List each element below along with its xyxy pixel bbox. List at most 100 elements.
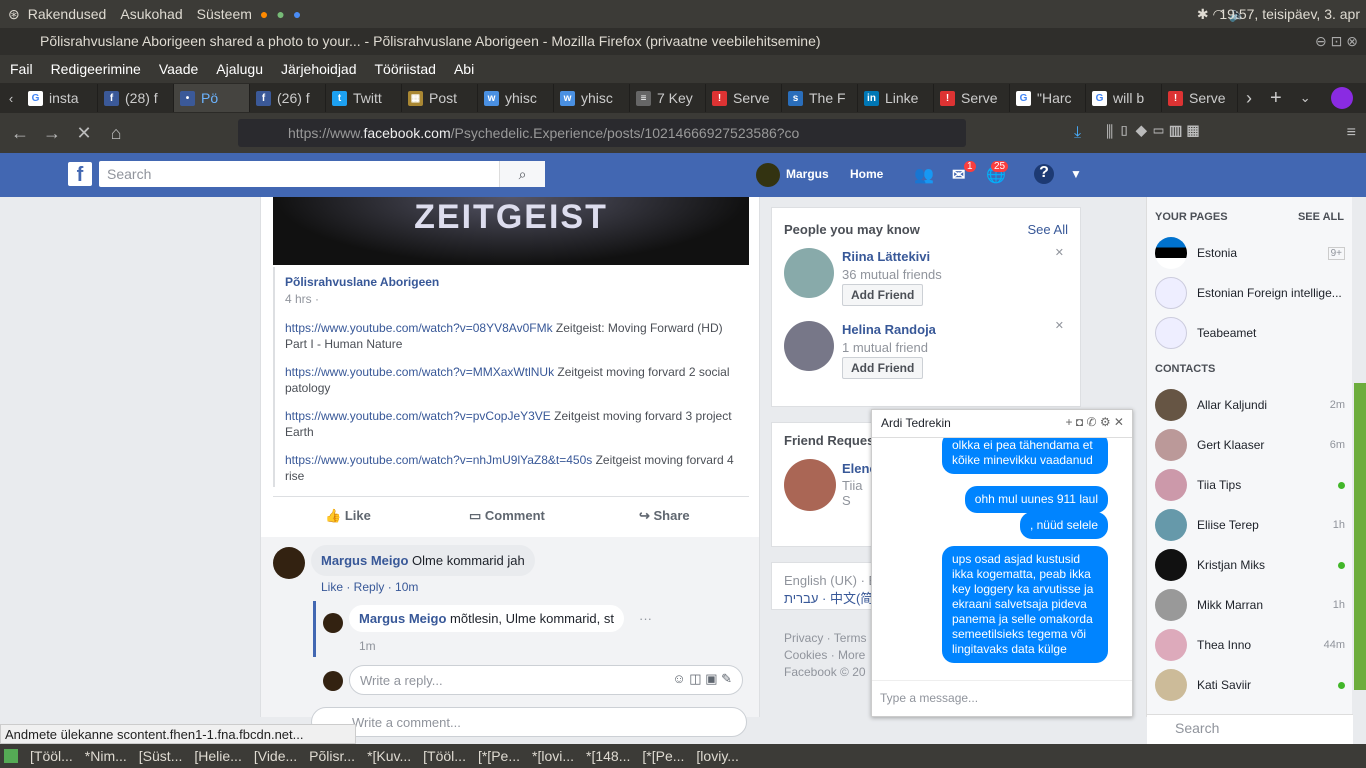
contact-item[interactable]: Thea Inno 44m bbox=[1147, 625, 1353, 665]
more-options-icon[interactable]: ··· bbox=[639, 611, 652, 626]
show-desktop-icon[interactable] bbox=[4, 749, 18, 763]
launcher-icon[interactable]: ● bbox=[276, 6, 284, 22]
menu-edit[interactable]: Redigeerimine bbox=[51, 61, 141, 77]
shared-photo[interactable]: ZEITGEIST bbox=[273, 197, 749, 265]
see-all-pages[interactable]: SEE ALL bbox=[1298, 211, 1344, 223]
tab-0[interactable]: Ginsta bbox=[22, 84, 98, 112]
taskbar-item[interactable]: [*[Pe... bbox=[642, 748, 684, 764]
contact-item[interactable]: Tiia Tips bbox=[1147, 465, 1353, 505]
dismiss-icon[interactable]: ✕ bbox=[1055, 319, 1064, 332]
library-icon[interactable]: ⫼ ▯ ◆ ▭ ▥ ▦ bbox=[1106, 124, 1199, 142]
chrome-launcher-icon[interactable]: ● bbox=[293, 6, 301, 22]
taskbar-item[interactable]: [Süst... bbox=[139, 748, 183, 764]
contact-item[interactable]: Mikk Marran 1h bbox=[1147, 585, 1353, 625]
youtube-link[interactable]: https://www.youtube.com/watch?v=MMXaxWtl… bbox=[285, 365, 554, 379]
taskbar-item[interactable]: *[lovi... bbox=[532, 748, 574, 764]
footer-links[interactable]: Privacy · Terms bbox=[784, 630, 874, 647]
home-icon[interactable]: ⌂ bbox=[100, 123, 132, 144]
tab-15[interactable]: ! Serve bbox=[1162, 84, 1238, 112]
tab-11[interactable]: in Linke bbox=[858, 84, 934, 112]
friends-icon[interactable]: 👥 bbox=[914, 165, 934, 185]
like-button[interactable]: 👍 Like bbox=[325, 508, 371, 524]
help-icon[interactable]: ? bbox=[1034, 164, 1054, 184]
tab-2[interactable]: • Pö bbox=[174, 84, 250, 112]
chat-header[interactable]: Ardi Tedrekin + ◘ ✆ ⚙ ✕ bbox=[872, 410, 1132, 438]
places-menu[interactable]: Asukohad bbox=[120, 6, 182, 22]
contact-item[interactable]: Eliise Terep 1h bbox=[1147, 505, 1353, 545]
avatar[interactable] bbox=[273, 547, 305, 579]
menu-file[interactable]: Fail bbox=[10, 61, 33, 77]
person-name[interactable]: Riina Lättekivi bbox=[842, 249, 930, 264]
comment-actions[interactable]: Like · Reply · 10m bbox=[321, 580, 418, 594]
footer-links-2[interactable]: Cookies · More bbox=[784, 647, 874, 664]
tab-3[interactable]: f (26) f bbox=[250, 84, 326, 112]
reply-input[interactable]: Write a reply... ☺ ◫ ▣ ✎ bbox=[349, 665, 743, 695]
taskbar-item[interactable]: [Tööl... bbox=[423, 748, 466, 764]
download-icon[interactable]: ⤓ bbox=[1074, 124, 1081, 142]
scroll-right-icon[interactable]: › bbox=[1246, 88, 1252, 109]
youtube-link[interactable]: https://www.youtube.com/watch?v=pvCopJeY… bbox=[285, 409, 551, 423]
facebook-logo-icon[interactable]: f bbox=[68, 162, 92, 186]
contact-item[interactable]: Gert Klaaser 6m bbox=[1147, 425, 1353, 465]
home-link[interactable]: Home bbox=[850, 167, 883, 181]
taskbar-item[interactable]: [Vide... bbox=[254, 748, 297, 764]
taskbar-item[interactable]: *[Kuv... bbox=[367, 748, 411, 764]
chat-controls-icon[interactable]: + ◘ ✆ ⚙ ✕ bbox=[1066, 415, 1124, 429]
youtube-link[interactable]: https://www.youtube.com/watch?v=08YV8Av0… bbox=[285, 321, 553, 335]
apps-menu[interactable]: Rakendused bbox=[28, 6, 107, 22]
contact-item[interactable]: Kati Saviir bbox=[1147, 665, 1353, 705]
contact-item[interactable]: Allar Kaljundi 2m bbox=[1147, 385, 1353, 425]
post-time[interactable]: 4 hrs · bbox=[285, 292, 319, 306]
language-links-2[interactable]: עברית · 中文(简 bbox=[784, 588, 872, 607]
new-tab-icon[interactable]: + bbox=[1270, 87, 1282, 110]
ubuntu-logo-icon[interactable]: ⊛ bbox=[8, 6, 20, 23]
language-links[interactable]: English (UK) · E bbox=[784, 573, 872, 588]
back-icon[interactable]: ← bbox=[4, 123, 36, 144]
youtube-link[interactable]: https://www.youtube.com/watch?v=nhJmU9lY… bbox=[285, 453, 592, 467]
taskbar-item[interactable]: [Tööl... bbox=[30, 748, 73, 764]
avatar[interactable] bbox=[784, 321, 834, 371]
taskbar-item[interactable]: [*[Pe... bbox=[478, 748, 520, 764]
tab-9[interactable]: ! Serve bbox=[706, 84, 782, 112]
window-controls[interactable]: ⊖ ⊡ ⊗ bbox=[1315, 33, 1358, 50]
contact-item[interactable]: Kristjan Miks bbox=[1147, 545, 1353, 585]
taskbar-item[interactable]: Põlisr... bbox=[309, 748, 355, 764]
profile-link[interactable]: Margus bbox=[786, 167, 829, 181]
page-item[interactable]: Estonian Foreign intellige... bbox=[1147, 273, 1353, 313]
taskbar-item[interactable]: [loviy... bbox=[696, 748, 739, 764]
account-dropdown-icon[interactable]: ▼ bbox=[1070, 167, 1082, 181]
search-icon[interactable]: ⌕ bbox=[499, 161, 545, 187]
tab-4[interactable]: t Twitt bbox=[326, 84, 402, 112]
menu-help[interactable]: Abi bbox=[454, 61, 474, 77]
tab-10[interactable]: s The F bbox=[782, 84, 858, 112]
avatar[interactable] bbox=[784, 459, 836, 511]
page-item[interactable]: Estonia 9+ bbox=[1147, 233, 1353, 273]
stop-icon[interactable]: ✕ bbox=[68, 123, 100, 144]
taskbar-item[interactable]: *Nim... bbox=[85, 748, 127, 764]
search-input[interactable]: Search ⌕ bbox=[99, 161, 545, 187]
comment-button[interactable]: ▭ Comment bbox=[469, 508, 545, 524]
chat-input[interactable]: Type a message... bbox=[872, 680, 1132, 716]
tab-14[interactable]: Gwill b bbox=[1086, 84, 1162, 112]
post-author[interactable]: Põlisrahvuslane Aborigeen bbox=[285, 275, 439, 289]
taskbar-item[interactable]: *[148... bbox=[586, 748, 630, 764]
tab-8[interactable]: ≡ 7 Key bbox=[630, 84, 706, 112]
taskbar-item[interactable]: [Helie... bbox=[194, 748, 241, 764]
add-friend-button[interactable]: Add Friend bbox=[842, 357, 924, 379]
tab-7[interactable]: w yhisc bbox=[554, 84, 630, 112]
tab-5[interactable]: ▦ Post bbox=[402, 84, 478, 112]
share-button[interactable]: ↪ Share bbox=[639, 508, 690, 524]
tab-6[interactable]: w yhisc bbox=[478, 84, 554, 112]
system-menu[interactable]: Süsteem bbox=[197, 6, 252, 22]
menu-history[interactable]: Ajalugu bbox=[216, 61, 263, 77]
clock[interactable]: 19:57, teisipäev, 3. apr bbox=[1219, 6, 1360, 22]
firefox-launcher-icon[interactable]: ● bbox=[260, 6, 268, 22]
request-name[interactable]: Elene bbox=[842, 461, 872, 476]
tab-13[interactable]: G "Harc bbox=[1010, 84, 1086, 112]
avatar[interactable] bbox=[784, 248, 834, 298]
person-name[interactable]: Helina Randoja bbox=[842, 322, 936, 337]
contacts-search[interactable]: Search bbox=[1147, 714, 1353, 744]
comment-author[interactable]: Margus Meigo bbox=[321, 553, 408, 568]
tab-12[interactable]: ! Serve bbox=[934, 84, 1010, 112]
tab-1[interactable]: f (28) f bbox=[98, 84, 174, 112]
